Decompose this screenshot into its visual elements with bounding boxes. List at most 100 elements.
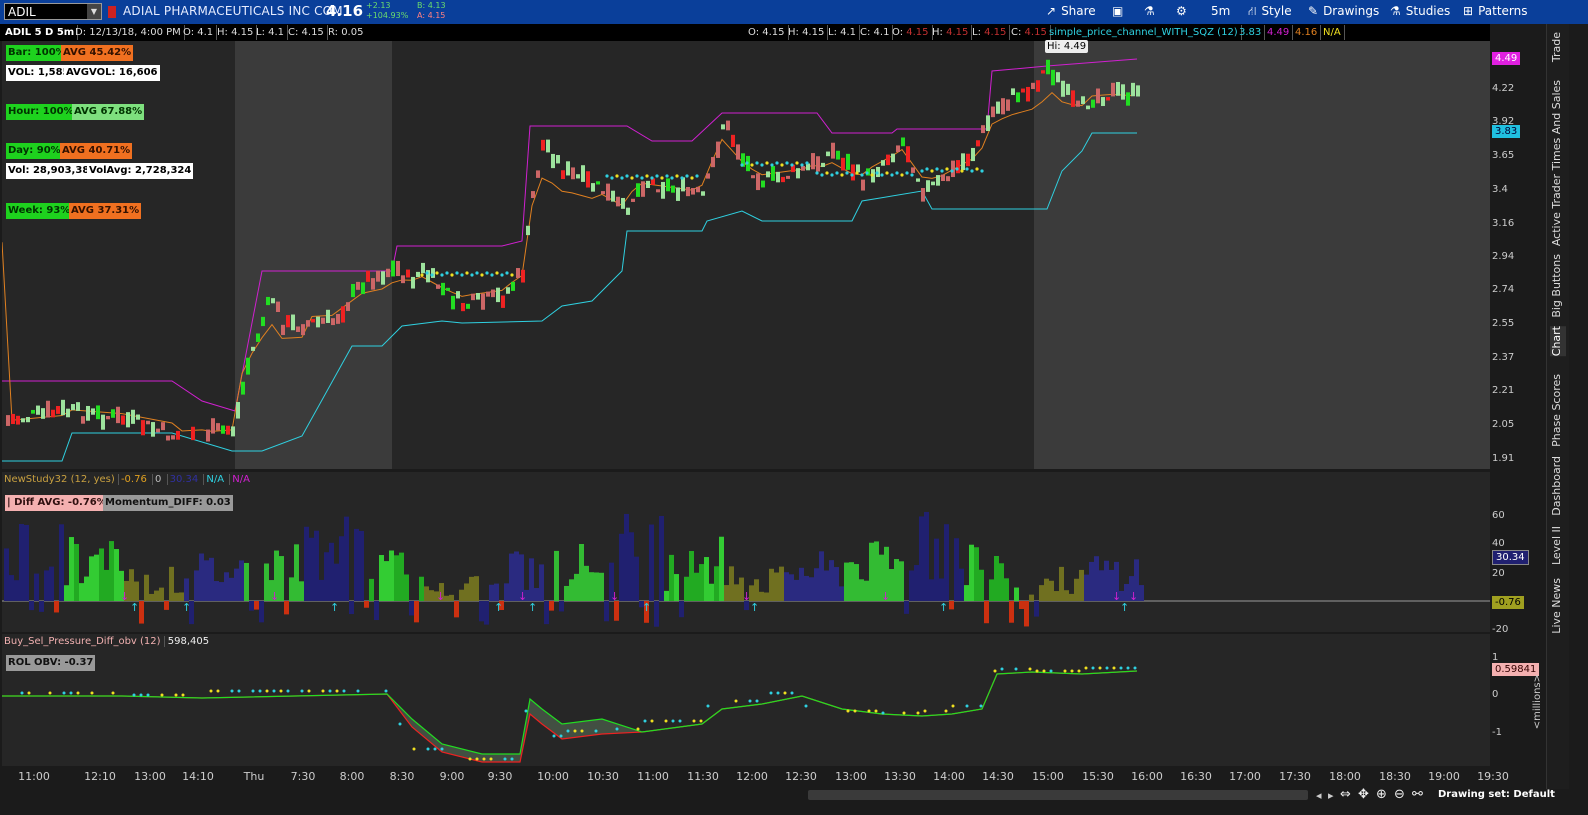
histogram-bar — [1054, 591, 1059, 601]
drawings-button[interactable]: ✎ Drawings — [1308, 4, 1379, 18]
tab-chart[interactable]: Chart — [1550, 326, 1566, 357]
candle — [961, 153, 965, 171]
squeeze-dot — [445, 271, 449, 275]
chart-settings-button[interactable]: ▣ — [1112, 4, 1123, 18]
ind1-flag-olive: -0.76 — [1492, 596, 1524, 609]
histogram-bar — [214, 581, 219, 601]
indicator-2-header[interactable]: Buy_Sel_Pressure_Diff_obv (12) 598,405 — [4, 636, 213, 647]
high-marker: Hi: 4.49 — [1045, 40, 1089, 53]
scroll-left-icon[interactable]: ◂ — [1316, 789, 1322, 802]
squeeze-dot — [665, 174, 669, 178]
pan-icon[interactable]: ⇔ — [1340, 787, 1351, 802]
ind1-val: -0.76 — [117, 474, 149, 485]
obv-dot — [734, 699, 738, 703]
down-arrow-icon: ↓ — [1129, 590, 1138, 603]
link-color-icon[interactable] — [108, 6, 116, 18]
squeeze-dot — [650, 176, 654, 180]
candle — [246, 357, 250, 375]
drawing-set-icon[interactable]: ⚯ — [1412, 787, 1423, 802]
tab-level-ii[interactable]: Level II — [1550, 526, 1566, 565]
histogram-bar — [204, 560, 209, 601]
x-tick: 7:30 — [290, 770, 316, 783]
indicator-panel-2[interactable]: Buy_Sel_Pressure_Diff_obv (12) 598,405 R… — [2, 634, 1543, 766]
histogram-bar — [799, 567, 804, 601]
obv-dot — [881, 711, 885, 715]
drawing-set-label[interactable]: Drawing set: Default — [1438, 789, 1555, 800]
obv-dot — [804, 704, 808, 708]
obv-dot — [1126, 666, 1130, 670]
study-name[interactable]: simple_price_channel_WITH_SQZ (12) — [1046, 25, 1242, 40]
flask-button[interactable]: ⚗ — [1144, 4, 1155, 18]
candle — [526, 225, 530, 236]
histogram-bar — [594, 572, 599, 601]
candle — [491, 289, 495, 298]
tab-trade[interactable]: Trade — [1550, 32, 1566, 62]
candle — [1036, 80, 1040, 92]
crosshair-icon[interactable]: ✥ — [1358, 787, 1369, 802]
studies-button[interactable]: ⚗ Studies — [1390, 4, 1450, 18]
histogram-bar — [289, 577, 294, 601]
scroll-right-icon[interactable]: ▸ — [1328, 789, 1334, 802]
share-button[interactable]: ↗ Share — [1046, 4, 1096, 18]
candle — [1091, 99, 1095, 108]
obv-dot — [300, 689, 304, 693]
squeeze-dot — [935, 167, 939, 171]
histogram-bar — [279, 556, 284, 601]
histogram-bar — [589, 572, 594, 601]
gear-button[interactable]: ⚙ — [1176, 4, 1187, 18]
tab-times-and-sales[interactable]: Times And Sales — [1550, 80, 1566, 170]
histogram-bar — [494, 583, 499, 601]
obv-dot — [979, 704, 983, 708]
candle — [61, 399, 65, 416]
squeeze-dot — [930, 169, 934, 173]
histogram-bar — [619, 533, 624, 601]
candle — [476, 292, 480, 300]
obv-dot — [615, 727, 619, 731]
chart-scrollbar[interactable] — [808, 790, 1308, 800]
candle — [446, 287, 450, 291]
patterns-button[interactable]: ⊞ Patterns — [1463, 4, 1528, 18]
histogram-bar — [624, 513, 629, 601]
tab-live-news[interactable]: Live News — [1550, 578, 1566, 634]
histogram-bar — [954, 538, 959, 601]
histogram-bar — [654, 601, 659, 627]
squeeze-dot — [655, 174, 659, 178]
x-tick: 16:30 — [1180, 770, 1212, 783]
candle — [221, 425, 225, 434]
squeeze-dot — [505, 271, 509, 275]
x-tick: 15:30 — [1082, 770, 1114, 783]
histogram-bar — [49, 566, 54, 601]
zoom-out-icon[interactable]: ⊖ — [1394, 787, 1405, 802]
zoom-in-icon[interactable]: ⊕ — [1376, 787, 1387, 802]
indicator-panel-1[interactable]: ↑ ↑ ↑ ↑ ↑ ↑ ↑ ↑ ↑ ↓ ↓ ↓ ↓ ↓ ↓ ↓ ↓ ↓ NewStudy32 (12, yes) … — [2, 472, 1529, 632]
histogram-bar — [79, 583, 84, 601]
candle — [1121, 84, 1125, 100]
candle — [101, 414, 105, 430]
indicator-1-header[interactable]: NewStudy32 (12, yes) -0.76 0 30.34 N/A N… — [4, 474, 252, 485]
candle — [951, 160, 955, 178]
histogram-bar — [379, 555, 384, 601]
histogram-bar — [339, 536, 344, 601]
candle — [51, 409, 55, 418]
style-button[interactable]: ⛙ Style — [1248, 4, 1292, 20]
histogram-bar — [209, 557, 214, 601]
squeeze-dot — [895, 171, 899, 175]
timeframe-button[interactable]: 5m — [1211, 4, 1230, 18]
symbol-input[interactable]: ADIL ▼ — [4, 3, 102, 20]
price-chart-panel[interactable]: Bar: 100% AVG 45.42% VOL: 1,585 AVGVOL: … — [2, 40, 1521, 469]
histogram-bar — [774, 572, 779, 601]
histogram-bar — [979, 569, 984, 601]
candle — [191, 426, 195, 441]
tab-dashboard[interactable]: Dashboard — [1550, 456, 1566, 516]
candle — [206, 429, 210, 442]
histogram-bar — [429, 590, 434, 601]
pencil-icon: ✎ — [1308, 4, 1319, 18]
histogram-bar — [184, 578, 189, 601]
squeeze-dot — [745, 161, 749, 165]
chevron-down-icon[interactable]: ▼ — [87, 4, 101, 19]
tab-big-buttons[interactable]: Big Buttons — [1550, 254, 1566, 318]
tab-phase-scores[interactable]: Phase Scores — [1550, 374, 1566, 447]
obv-dot — [482, 757, 486, 761]
squeeze-dot — [630, 176, 634, 180]
tab-active-trader[interactable]: Active Trader — [1550, 174, 1566, 246]
